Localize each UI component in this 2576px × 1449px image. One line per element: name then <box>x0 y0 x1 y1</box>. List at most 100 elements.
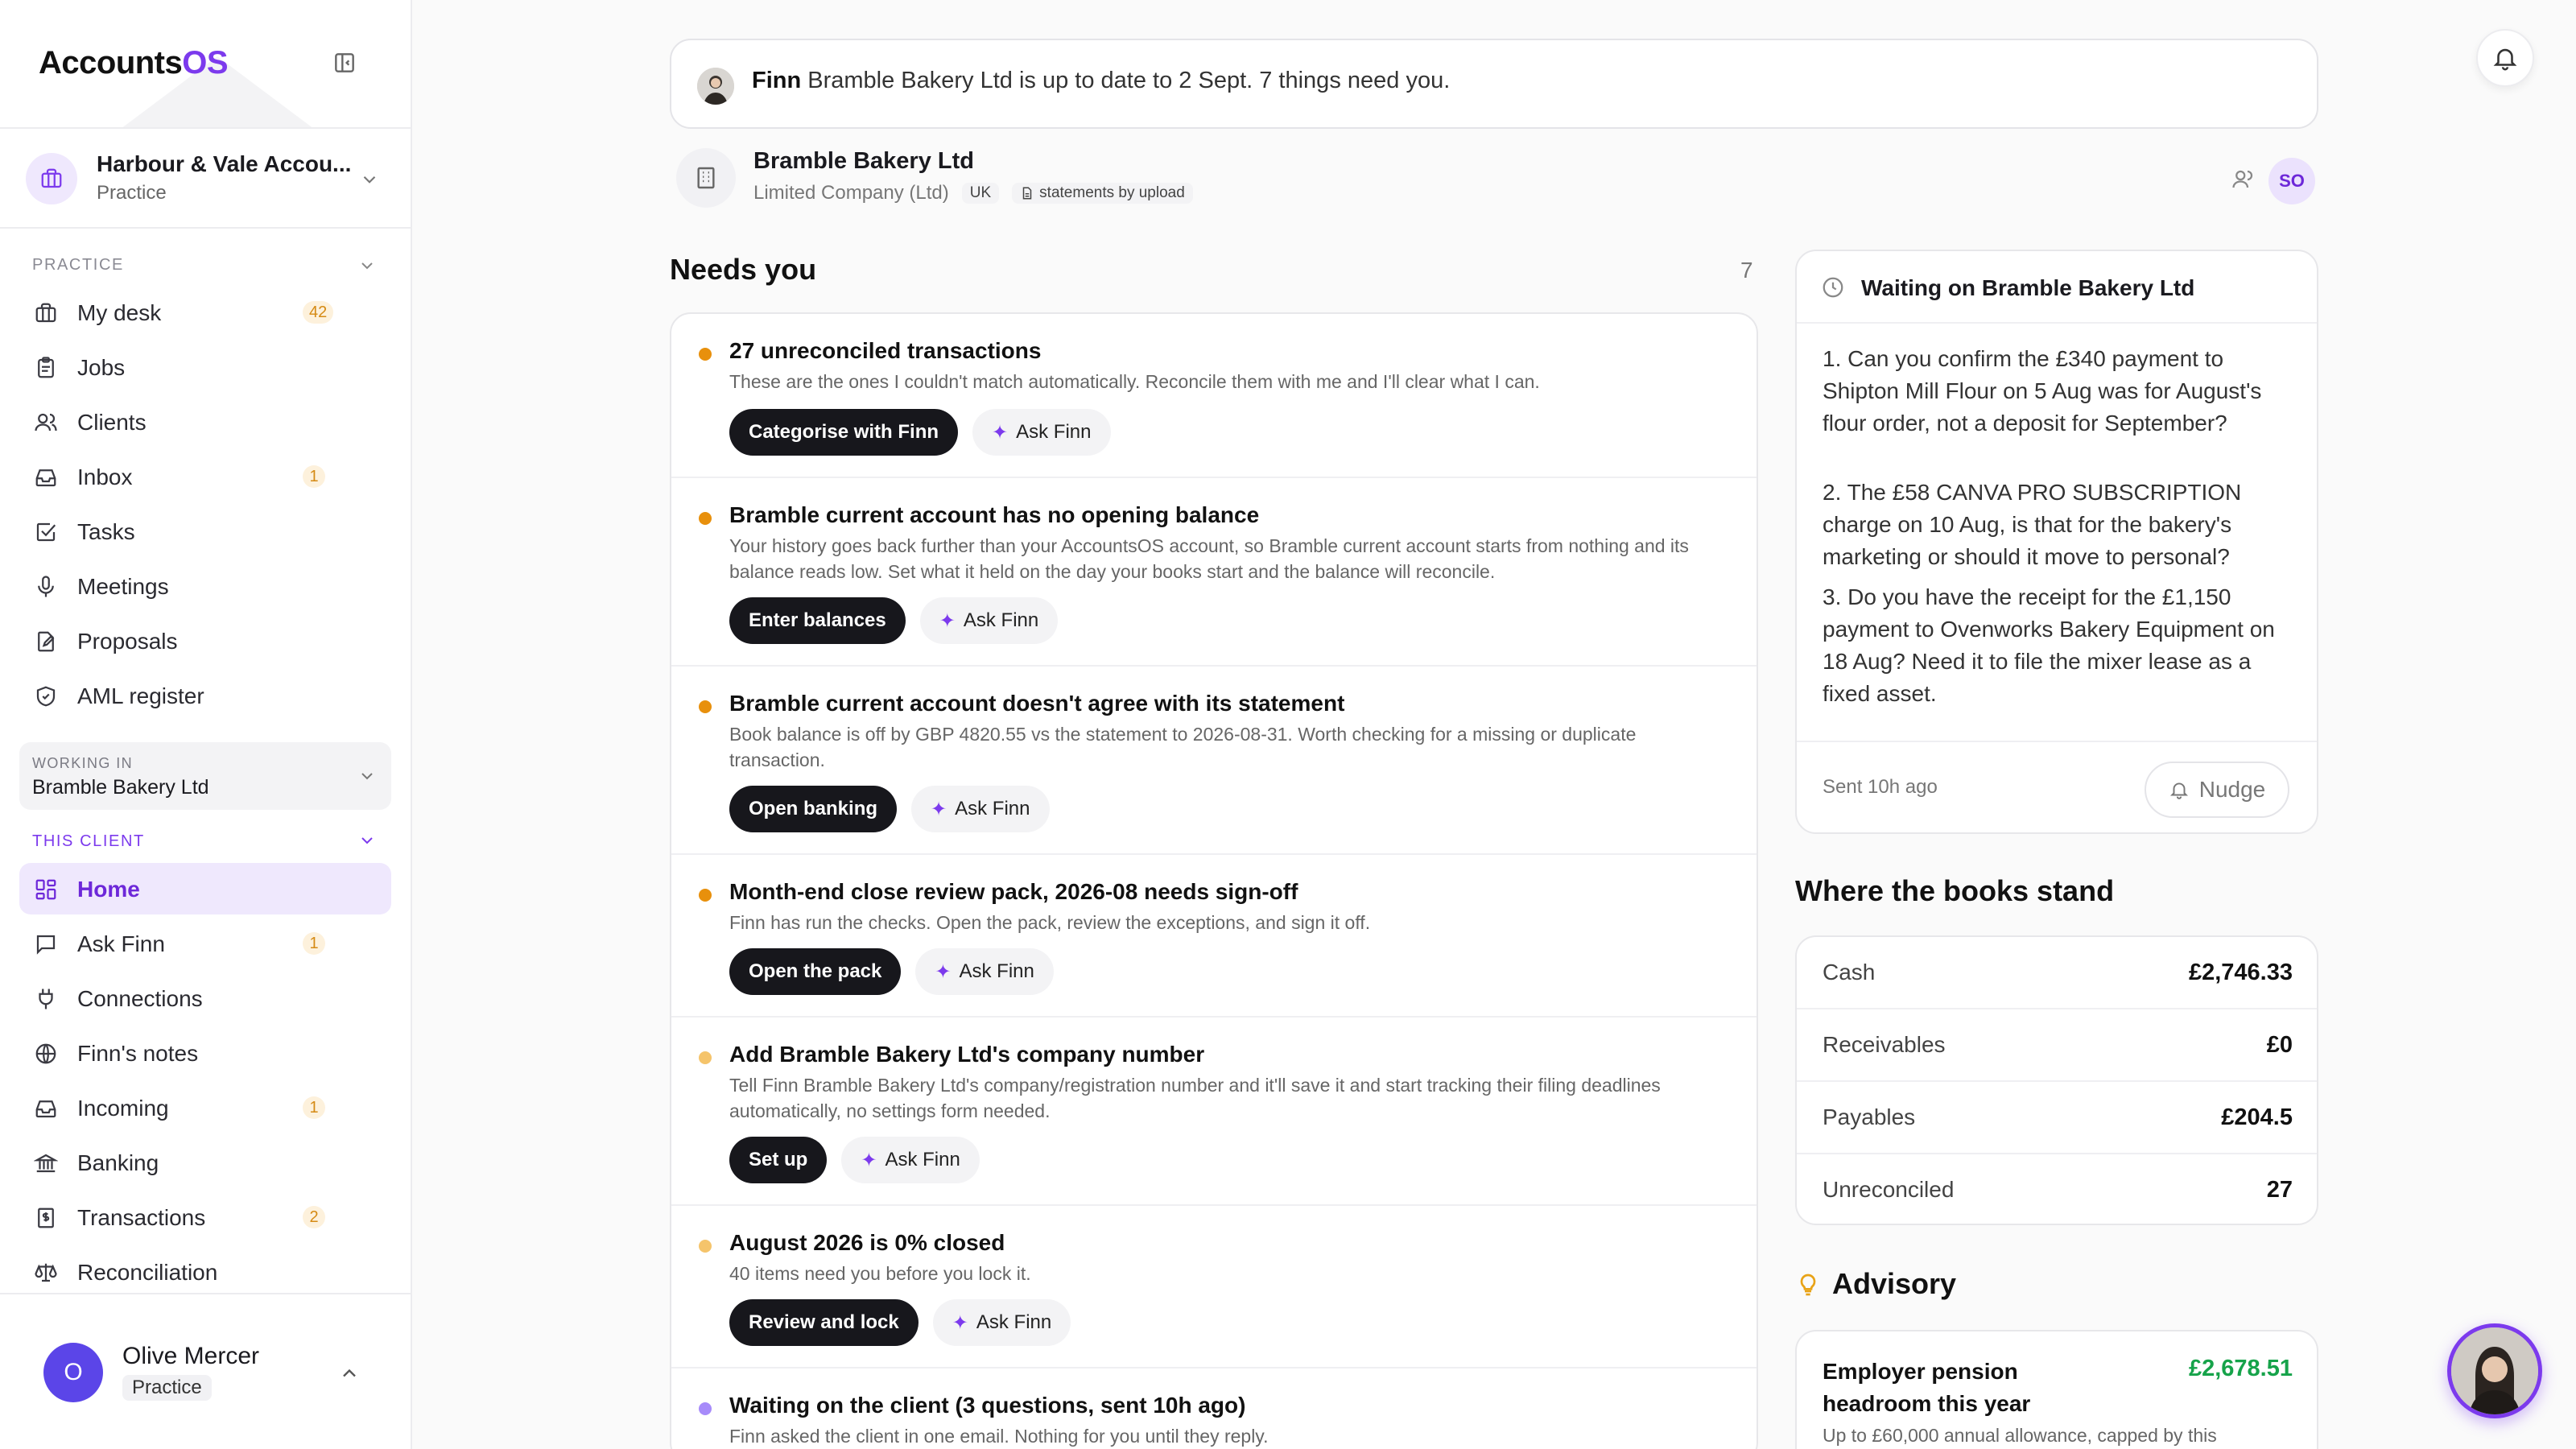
sidebar-item-label: Reconciliation <box>77 1260 218 1285</box>
advisory-heading: Advisory <box>1832 1267 1957 1300</box>
book-row-payables[interactable]: Payables £204.5 <box>1797 1082 2317 1154</box>
nudge-button[interactable]: Nudge <box>2145 762 2289 818</box>
need-description: Finn asked the client in one email. Noth… <box>729 1426 1269 1447</box>
need-title: Bramble current account doesn't agree wi… <box>729 691 1345 716</box>
ask-finn-button[interactable]: ✦ Ask Finn <box>841 1137 980 1183</box>
sidebar-item-inbox[interactable]: Inbox 1 <box>19 451 391 502</box>
sidebar-item-label: Ask Finn <box>77 931 165 956</box>
ask-finn-button[interactable]: ✦ Ask Finn <box>919 597 1059 644</box>
book-label: Unreconciled <box>1823 1177 1955 1202</box>
book-value: £0 <box>2266 1032 2293 1058</box>
status-dot <box>699 1051 712 1064</box>
need-description: 40 items need you before you lock it. <box>729 1263 1031 1284</box>
need-title: Bramble current account has no opening b… <box>729 502 1260 527</box>
book-value: £204.5 <box>2221 1104 2293 1130</box>
app-logo[interactable]: AccountsOS <box>39 45 229 81</box>
client-header: Bramble Bakery Ltd Limited Company (Ltd)… <box>670 145 2318 217</box>
ask-finn-button[interactable]: ✦ Ask Finn <box>972 409 1111 456</box>
microphone-icon <box>34 575 58 599</box>
book-row-unreconciled[interactable]: Unreconciled 27 <box>1797 1154 2317 1224</box>
count-badge: 42 <box>303 301 334 324</box>
client-question: 3. Do you have the receipt for the £1,15… <box>1823 584 2275 706</box>
list-item[interactable]: Add Bramble Bakery Ltd's company number … <box>671 1018 1757 1206</box>
open-banking-button[interactable]: Open banking <box>729 786 898 832</box>
list-item[interactable]: Bramble current account has no opening b… <box>671 478 1757 667</box>
status-dot <box>699 1402 712 1415</box>
sidebar-item-label: AML register <box>77 683 204 708</box>
needs-you-count: 7 <box>1740 258 1753 283</box>
bell-icon <box>2169 782 2188 799</box>
book-label: Payables <box>1823 1104 1916 1129</box>
list-item[interactable]: August 2026 is 0% closed 40 items need y… <box>671 1206 1757 1368</box>
need-title: Waiting on the client (3 questions, sent… <box>729 1393 1246 1418</box>
client-type: Limited Company (Ltd) <box>753 182 949 204</box>
advisory-card-title: Employer pension headroom this year <box>1823 1359 2031 1416</box>
notifications-bell-icon[interactable] <box>2476 29 2534 87</box>
ask-finn-button[interactable]: ✦ Ask Finn <box>911 786 1050 832</box>
ask-finn-button[interactable]: ✦ Ask Finn <box>915 948 1054 995</box>
user-name: Olive Mercer <box>122 1343 260 1369</box>
sidebar-item-clients[interactable]: Clients <box>19 396 391 448</box>
sidebar-item-reconciliation[interactable]: Reconciliation <box>19 1246 391 1298</box>
sidebar-item-label: Tasks <box>77 519 135 544</box>
list-item[interactable]: Waiting on the client (3 questions, sent… <box>671 1368 1757 1449</box>
enter-balances-button[interactable]: Enter balances <box>729 597 906 644</box>
review-and-lock-button[interactable]: Review and lock <box>729 1299 919 1346</box>
sidebar-item-proposals[interactable]: Proposals <box>19 615 391 667</box>
chevron-down-icon[interactable] <box>357 831 377 850</box>
open-the-pack-button[interactable]: Open the pack <box>729 948 902 995</box>
card-header: Waiting on Bramble Bakery Ltd <box>1797 251 2317 324</box>
sparkle-icon: ✦ <box>952 1311 968 1334</box>
sidebar-item-transactions[interactable]: Transactions 2 <box>19 1191 391 1243</box>
list-item[interactable]: Bramble current account doesn't agree wi… <box>671 667 1757 855</box>
practice-switcher[interactable]: Harbour & Vale Accou... Practice <box>0 129 411 229</box>
need-title: Add Bramble Bakery Ltd's company number <box>729 1042 1205 1067</box>
grid-icon <box>34 877 58 902</box>
advisory-card-description: Up to £60,000 annual allowance, capped b… <box>1823 1425 2217 1446</box>
categorise-with-finn-button[interactable]: Categorise with Finn <box>729 409 959 456</box>
collapse-sidebar-icon[interactable] <box>332 50 361 79</box>
sidebar-item-ask-finn[interactable]: Ask Finn 1 <box>19 918 391 969</box>
sidebar-item-finns-notes[interactable]: Finn's notes <box>19 1027 391 1079</box>
sidebar-item-label: Home <box>77 877 140 902</box>
list-item[interactable]: Month-end close review pack, 2026-08 nee… <box>671 855 1757 1018</box>
need-description: Tell Finn Bramble Bakery Ltd's company/r… <box>729 1075 1661 1121</box>
team-icon[interactable] <box>2231 167 2256 192</box>
feed-badge: statements by upload <box>1012 183 1193 204</box>
count-badge: 2 <box>303 1206 325 1228</box>
banner-message: Finn Bramble Bakery Ltd is up to date to… <box>752 68 1451 93</box>
sidebar-item-tasks[interactable]: Tasks <box>19 506 391 557</box>
sidebar-item-incoming[interactable]: Incoming 1 <box>19 1082 391 1133</box>
books-summary-card: Cash £2,746.33 Receivables £0 Payables £… <box>1795 935 2318 1225</box>
sidebar-item-label: Meetings <box>77 574 169 599</box>
list-item[interactable]: 27 unreconciled transactions These are t… <box>671 314 1757 478</box>
sidebar-item-my-desk[interactable]: My desk 42 <box>19 287 391 338</box>
need-description: Book balance is off by GBP 4820.55 vs th… <box>729 724 1637 770</box>
needs-you-list: 27 unreconciled transactions These are t… <box>670 312 1758 1449</box>
chevron-down-icon <box>357 766 377 786</box>
chevron-down-icon[interactable] <box>357 256 377 275</box>
sidebar-item-meetings[interactable]: Meetings <box>19 560 391 612</box>
sidebar-item-jobs[interactable]: Jobs <box>19 341 391 393</box>
sidebar-item-aml-register[interactable]: AML register <box>19 670 391 721</box>
sidebar-item-connections[interactable]: Connections <box>19 972 391 1024</box>
ask-finn-button[interactable]: ✦ Ask Finn <box>932 1299 1071 1346</box>
count-badge: 1 <box>303 1096 325 1119</box>
sidebar-item-home[interactable]: Home <box>19 863 391 914</box>
sidebar-item-label: Transactions <box>77 1205 206 1230</box>
user-menu[interactable]: O Olive Mercer Practice <box>0 1293 411 1449</box>
working-in-client-selector[interactable]: WORKING IN Bramble Bakery Ltd <box>19 742 391 810</box>
finn-assistant-button[interactable] <box>2447 1323 2542 1418</box>
sidebar-item-banking[interactable]: Banking <box>19 1137 391 1188</box>
working-in-client-name: Bramble Bakery Ltd <box>32 776 209 799</box>
set-up-button[interactable]: Set up <box>729 1137 828 1183</box>
waiting-on-client-card: Waiting on Bramble Bakery Ltd 1. Can you… <box>1795 250 2318 834</box>
status-dot <box>699 348 712 361</box>
sidebar-item-label: Banking <box>77 1150 159 1175</box>
assignee-avatar[interactable]: SO <box>2268 158 2315 204</box>
country-badge: UK <box>961 183 1000 204</box>
inbox-icon <box>34 1096 58 1121</box>
book-row-receivables[interactable]: Receivables £0 <box>1797 1009 2317 1082</box>
advisory-card[interactable]: Employer pension headroom this year £2,6… <box>1795 1330 2318 1449</box>
book-row-cash[interactable]: Cash £2,746.33 <box>1797 937 2317 1009</box>
